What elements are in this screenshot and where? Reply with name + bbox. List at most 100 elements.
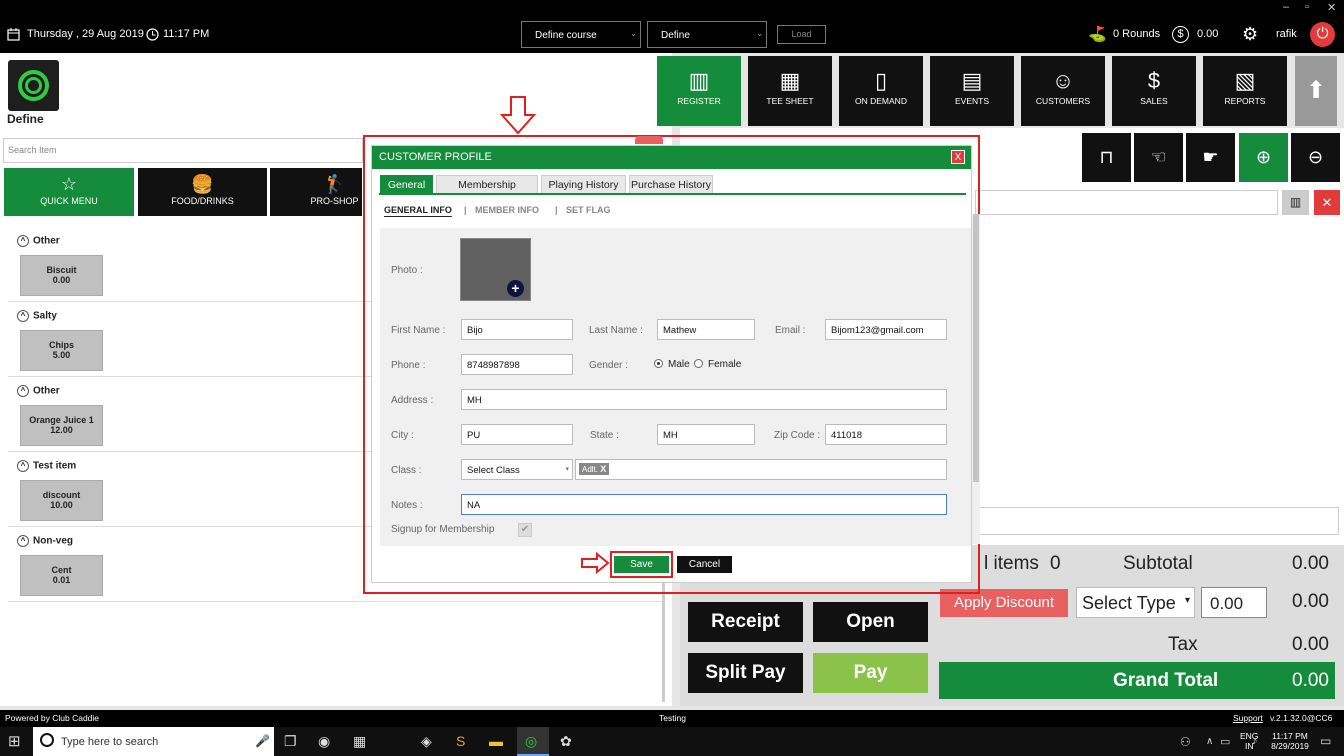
search-clear-tab bbox=[635, 136, 663, 144]
zip-field[interactable]: 411018 bbox=[825, 424, 947, 445]
taskbar-search-box[interactable]: Type here to search 🎤 bbox=[33, 727, 274, 756]
discount-value-input[interactable]: 0.00 bbox=[1201, 587, 1267, 618]
category-food-drinks[interactable]: 🍔 FOOD/DRINKS bbox=[138, 168, 267, 216]
task-view-icon[interactable]: ❐ bbox=[284, 733, 297, 750]
cancel-button[interactable]: Cancel bbox=[677, 556, 732, 573]
nav-sales[interactable]: $ SALES bbox=[1112, 56, 1196, 126]
last-name-field[interactable]: Mathew bbox=[657, 319, 755, 340]
class-select[interactable]: Select Class ▾ bbox=[461, 459, 573, 480]
chrome-icon[interactable]: ◉ bbox=[318, 733, 330, 750]
network-icon[interactable]: ▭ bbox=[1220, 735, 1230, 748]
hand-card-button[interactable]: ☜ bbox=[1134, 133, 1183, 182]
remove-button[interactable]: ⊖ bbox=[1291, 133, 1340, 182]
customer-search-input[interactable] bbox=[975, 190, 1278, 215]
power-icon[interactable]: ⏻ bbox=[1310, 22, 1335, 47]
address-label: Address : bbox=[391, 395, 434, 406]
nav-reports[interactable]: ▧ REPORTS bbox=[1203, 56, 1287, 126]
male-radio[interactable] bbox=[654, 359, 663, 368]
group-header[interactable]: ^ Non-veg bbox=[17, 535, 73, 547]
add-button[interactable]: ⊕ bbox=[1239, 133, 1288, 182]
sublime-icon[interactable]: S bbox=[456, 733, 465, 749]
modal-close-button[interactable]: X bbox=[951, 150, 965, 164]
category-quick-menu[interactable]: ☆ QUICK MENU bbox=[4, 168, 134, 216]
taskbar-clock[interactable]: 11:17 PM 8/29/2019 bbox=[1264, 731, 1316, 751]
remove-tag-icon[interactable]: X bbox=[600, 464, 606, 474]
window-titlebar: – ▫ ✕ bbox=[0, 0, 1344, 17]
state-field[interactable]: MH bbox=[657, 424, 755, 445]
barcode-button[interactable]: ▥ bbox=[1282, 190, 1309, 215]
group-header[interactable]: ^ Other bbox=[17, 385, 60, 397]
subtab-set-flag[interactable]: SET FLAG bbox=[566, 205, 611, 215]
support-link[interactable]: Support bbox=[1233, 713, 1263, 723]
email-field[interactable]: Bijom123@gmail.com bbox=[825, 319, 947, 340]
table-button[interactable]: ⊓ bbox=[1082, 133, 1131, 182]
group-header[interactable]: ^ Test item bbox=[17, 460, 76, 472]
first-name-field[interactable]: Bijo bbox=[461, 319, 573, 340]
pay-button[interactable]: Pay bbox=[813, 653, 928, 693]
scroll-up-button[interactable]: ⬆ bbox=[1295, 56, 1337, 126]
minimize-button[interactable]: – bbox=[1283, 1, 1289, 13]
nav-tee-sheet[interactable]: ▦ TEE SHEET bbox=[748, 56, 832, 126]
notifications-icon[interactable]: ▭ bbox=[1320, 734, 1331, 748]
split-pay-button[interactable]: Split Pay bbox=[688, 653, 803, 693]
people-icon[interactable]: ⚇ bbox=[1180, 735, 1191, 749]
microphone-icon[interactable]: 🎤 bbox=[255, 734, 270, 748]
paint-icon[interactable]: ✿ bbox=[560, 733, 572, 750]
restore-button[interactable]: ▫ bbox=[1305, 1, 1309, 13]
taskbar-club-caddie[interactable]: ◎ bbox=[517, 727, 549, 756]
group-header[interactable]: ^ Salty bbox=[17, 310, 57, 322]
save-button[interactable]: Save bbox=[614, 556, 669, 573]
search-item-input[interactable]: Search Item bbox=[3, 138, 363, 163]
language-indicator[interactable]: ENG IN bbox=[1240, 731, 1258, 751]
calculator-icon[interactable]: ▦ bbox=[353, 733, 366, 750]
close-window-button[interactable]: ✕ bbox=[1327, 1, 1336, 14]
file-explorer-icon[interactable]: ▬ bbox=[489, 733, 503, 749]
signup-checkbox[interactable]: ✔ bbox=[518, 523, 532, 537]
handshake-button[interactable]: ☛ bbox=[1186, 133, 1235, 182]
windows-start-icon[interactable]: ⊞ bbox=[8, 732, 21, 750]
gear-icon[interactable]: ⚙ bbox=[1242, 24, 1258, 45]
tab-playing-history[interactable]: Playing History bbox=[541, 175, 626, 194]
photo-placeholder[interactable]: + bbox=[460, 238, 531, 301]
item-tile[interactable]: Biscuit 0.00 bbox=[20, 255, 103, 296]
item-tile[interactable]: Chips 5.00 bbox=[20, 330, 103, 371]
item-tile[interactable]: discount 10.00 bbox=[20, 480, 103, 521]
items-label: l items bbox=[984, 553, 1039, 574]
version-text: v.2.1.32.0@CC6 bbox=[1270, 713, 1333, 723]
app-icon[interactable]: ◈ bbox=[421, 733, 432, 750]
nav-register[interactable]: ▥ REGISTER bbox=[657, 56, 741, 126]
nav-on-demand[interactable]: ▯ ON DEMAND bbox=[839, 56, 923, 126]
open-button[interactable]: Open bbox=[813, 602, 928, 642]
food-icon: 🍔 bbox=[191, 174, 214, 194]
item-tile[interactable]: Orange Juice 1 12.00 bbox=[20, 405, 103, 446]
subtab-member-info[interactable]: MEMBER INFO bbox=[475, 205, 539, 215]
nav-events[interactable]: ▤ EVENTS bbox=[930, 56, 1014, 126]
subtab-general-info[interactable]: GENERAL INFO bbox=[384, 205, 452, 215]
class-tags-field[interactable]: Adlt. X bbox=[575, 459, 947, 480]
city-field[interactable]: PU bbox=[461, 424, 573, 445]
tab-general[interactable]: General bbox=[380, 175, 433, 194]
category-pro-shop[interactable]: 🏌 PRO-SHOP bbox=[270, 168, 362, 216]
discount-type-select[interactable]: Select Type ▾ bbox=[1076, 587, 1195, 618]
tax-value: 0.00 bbox=[1292, 634, 1329, 655]
modal-scroll-thumb[interactable] bbox=[973, 214, 979, 482]
add-photo-icon[interactable]: + bbox=[507, 280, 524, 297]
group-header[interactable]: ^ Other bbox=[17, 235, 60, 247]
modal-header: CUSTOMER PROFILE bbox=[372, 146, 971, 169]
phone-field[interactable]: 8748987898 bbox=[461, 354, 573, 375]
female-radio[interactable] bbox=[694, 359, 703, 368]
nav-customers[interactable]: ☺ CUSTOMERS bbox=[1021, 56, 1105, 126]
tab-purchase-history[interactable]: Purchase History bbox=[629, 175, 713, 194]
define-select[interactable]: Define ⌄ bbox=[647, 21, 767, 48]
plus-icon: ⊕ bbox=[1255, 147, 1272, 167]
notes-field[interactable]: NA bbox=[461, 494, 947, 515]
tray-chevron-up-icon[interactable]: ∧ bbox=[1206, 736, 1213, 747]
load-button[interactable]: Load bbox=[777, 25, 826, 44]
note-input[interactable] bbox=[975, 507, 1339, 535]
tab-membership[interactable]: Membership bbox=[436, 175, 538, 194]
receipt-button[interactable]: Receipt bbox=[688, 602, 803, 642]
course-select[interactable]: Define course ⌄ bbox=[521, 21, 641, 48]
address-field[interactable]: MH bbox=[461, 389, 947, 410]
clear-button[interactable]: ✕ bbox=[1314, 190, 1340, 215]
item-tile[interactable]: Cent 0.01 bbox=[20, 555, 103, 596]
